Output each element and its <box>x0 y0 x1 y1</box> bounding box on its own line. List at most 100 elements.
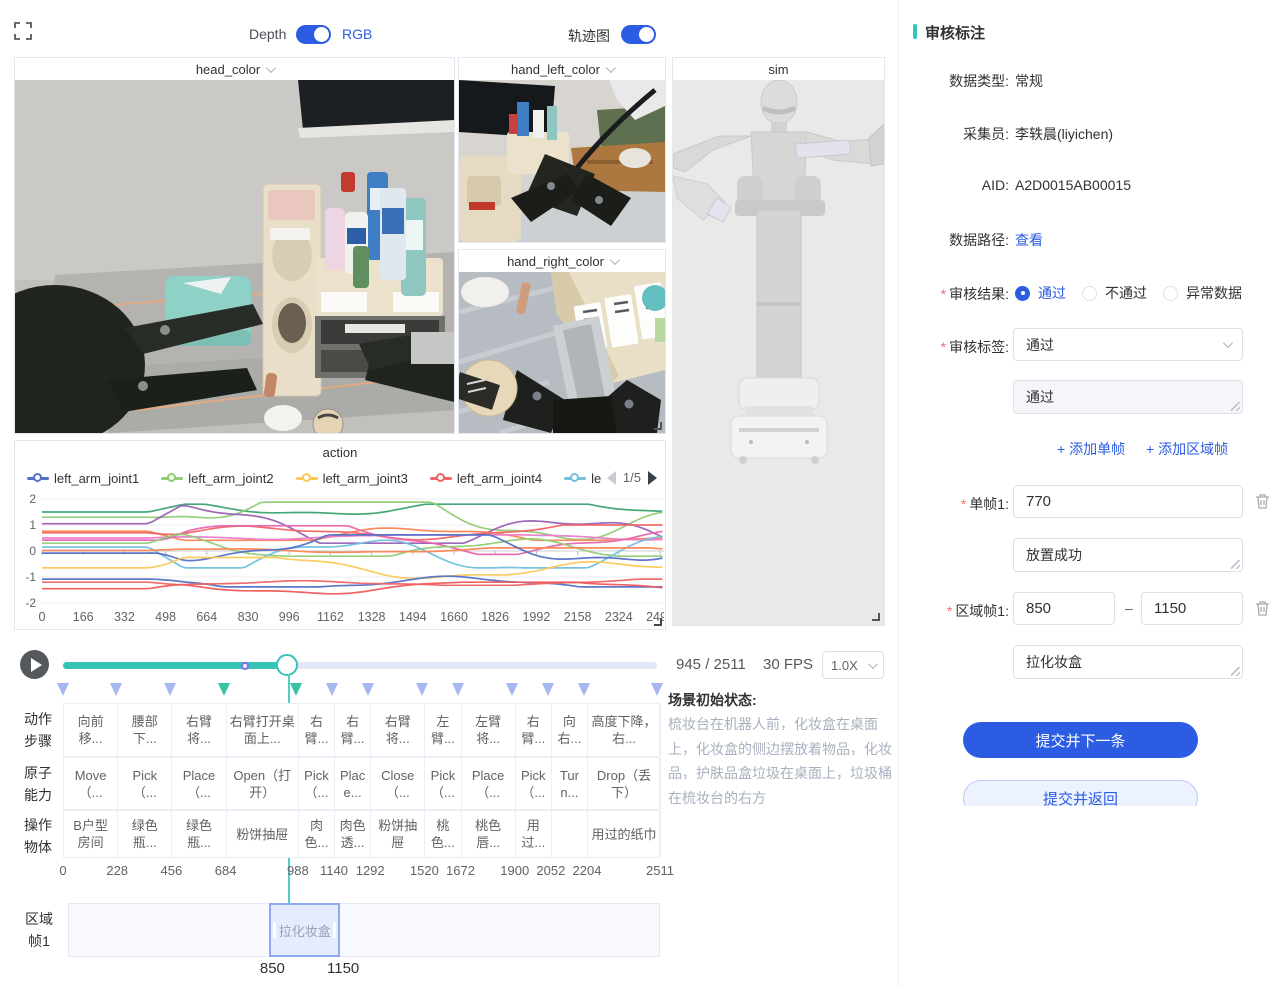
review-panel-scroll[interactable]: 审核标注 数据类型: 常规 采集员: 李轶晨(liyichen) AID: A2… <box>899 0 1280 806</box>
resize-handle-icon[interactable] <box>654 422 662 430</box>
legend-series-label: le <box>591 471 601 486</box>
data-type-value: 常规 <box>1015 71 1043 91</box>
axis-tick-label: 1672 <box>446 863 475 878</box>
hand-right-camera-title: hand_right_color <box>507 254 604 269</box>
delete-single-frame-icon[interactable] <box>1255 493 1270 509</box>
region-frame-note-textarea[interactable]: 拉化妆盒 <box>1013 645 1243 679</box>
legend-page-indicator: 1/5 <box>623 470 641 485</box>
svg-text:1162: 1162 <box>317 610 344 624</box>
add-single-frame-link[interactable]: + 添加单帧 <box>1057 439 1125 459</box>
play-button[interactable] <box>20 650 49 679</box>
submit-return-button[interactable]: 提交并返回 <box>963 780 1198 806</box>
region-frame-label: *区域帧1: <box>913 601 1009 621</box>
chevron-down-icon <box>266 63 276 73</box>
legend-item-le[interactable]: le <box>564 471 601 486</box>
region-left-grip[interactable] <box>273 922 276 938</box>
hand-right-camera-header[interactable]: hand_right_color <box>459 250 665 272</box>
legend-series-icon <box>161 473 183 483</box>
radio-abnormal[interactable] <box>1163 286 1178 301</box>
resize-handle-icon[interactable] <box>872 613 880 621</box>
hand-left-camera-header[interactable]: hand_left_color <box>459 58 665 80</box>
fullscreen-icon[interactable] <box>14 22 32 40</box>
trajectory-toggle[interactable] <box>621 25 656 44</box>
step-marker-456[interactable] <box>164 683 176 696</box>
legend-series-label: left_arm_joint3 <box>323 471 408 486</box>
table-cell: 肉色... <box>299 811 335 857</box>
step-marker-228[interactable] <box>110 683 122 696</box>
radio-pass-label[interactable]: 通过 <box>1038 283 1066 303</box>
review-tag-label: *审核标签: <box>913 337 1009 357</box>
legend-item-left_arm_joint2[interactable]: left_arm_joint2 <box>161 471 273 486</box>
radio-fail[interactable] <box>1082 286 1097 301</box>
table-cell: 右臂... <box>335 704 371 756</box>
axis-tick-label: 684 <box>215 863 237 878</box>
region-end-input[interactable]: 1150 <box>1141 592 1243 625</box>
row-label-object: 操作物体 <box>20 814 56 858</box>
region-frame-highlight[interactable]: 拉化妆盒 <box>269 903 340 957</box>
head-camera-header[interactable]: head_color <box>15 58 454 80</box>
single-frame-dot[interactable] <box>241 662 249 670</box>
step-marker-1292[interactable] <box>362 683 374 696</box>
add-region-frame-link[interactable]: + 添加区域帧 <box>1146 439 1228 459</box>
axis-tick-label: 1900 <box>500 863 529 878</box>
row-label-action-steps: 动作步骤 <box>20 708 56 752</box>
radio-abnormal-label[interactable]: 异常数据 <box>1186 283 1242 303</box>
region-right-grip[interactable] <box>333 922 336 938</box>
step-marker-0[interactable] <box>57 683 69 696</box>
table-cell: 高度下降，右... <box>588 704 661 756</box>
step-marker-2052[interactable] <box>542 683 554 696</box>
legend-prev-icon[interactable] <box>607 471 616 485</box>
head-camera-title: head_color <box>196 62 260 77</box>
collector-value: 李轶晨(liyichen) <box>1015 124 1113 144</box>
table-cell: Close（... <box>371 758 425 809</box>
submit-next-button[interactable]: 提交并下一条 <box>963 722 1198 758</box>
table-cell: B户型房间 <box>64 811 118 857</box>
scene-initial-state-text: 梳妆台在机器人前，化妆盒在桌面上，化妆盒的侧边摆放着物品，化妆品，护肤品盒垃圾在… <box>668 712 892 810</box>
step-marker-1140[interactable] <box>326 683 338 696</box>
step-marker-1520[interactable] <box>416 683 428 696</box>
speed-select[interactable]: 1.0X <box>822 651 884 679</box>
sim-header[interactable]: sim <box>673 58 884 80</box>
data-type-label: 数据类型: <box>913 71 1009 91</box>
step-marker-988[interactable] <box>290 683 302 696</box>
single-frame-input[interactable]: 770 <box>1013 485 1243 518</box>
legend-next-icon[interactable] <box>648 471 657 485</box>
legend-item-left_arm_joint3[interactable]: left_arm_joint3 <box>296 471 408 486</box>
legend-item-left_arm_joint1[interactable]: left_arm_joint1 <box>27 471 139 486</box>
table-cell: 左臂将... <box>462 704 516 756</box>
trajectory-label: 轨迹图 <box>568 26 610 46</box>
action-chart-plot[interactable]: 210-1-2016633249866483099611621328149416… <box>16 489 664 629</box>
region-frame-track[interactable]: 拉化妆盒 <box>68 903 660 957</box>
region-start-input[interactable]: 850 <box>1013 592 1115 625</box>
axis-tick-label: 228 <box>106 863 128 878</box>
data-path-view-link[interactable]: 查看 <box>1015 230 1043 250</box>
step-marker-2204[interactable] <box>578 683 590 696</box>
review-tag-select[interactable]: 通过 <box>1013 328 1243 361</box>
playback-slider[interactable] <box>63 655 657 675</box>
single-frame-note-textarea[interactable]: 放置成功 <box>1013 538 1243 572</box>
svg-text:830: 830 <box>238 610 259 624</box>
table-row: B户型房间绿色瓶...绿色瓶...粉饼抽屉肉色...肉色透...粉饼抽屉桃色..… <box>63 810 660 858</box>
axis-tick-label: 1292 <box>356 863 385 878</box>
data-path-label: 数据路径: <box>913 230 1009 250</box>
depth-rgb-toggle[interactable] <box>296 25 331 44</box>
table-cell: 用过的纸巾 <box>588 811 661 857</box>
step-marker-2511[interactable] <box>651 683 663 696</box>
axis-tick-label: 0 <box>59 863 66 878</box>
step-marker-1900[interactable] <box>506 683 518 696</box>
review-tag-note-textarea[interactable]: 通过 <box>1013 380 1243 414</box>
svg-text:2324: 2324 <box>605 610 633 624</box>
step-marker-1672[interactable] <box>452 683 464 696</box>
resize-handle-icon[interactable] <box>654 618 662 626</box>
delete-region-frame-icon[interactable] <box>1255 600 1270 616</box>
step-marker-684[interactable] <box>218 683 230 696</box>
radio-pass[interactable] <box>1015 286 1030 301</box>
range-dash: – <box>1125 600 1133 616</box>
slider-handle[interactable] <box>276 654 298 676</box>
radio-fail-label[interactable]: 不通过 <box>1105 283 1147 303</box>
table-cell <box>552 811 588 857</box>
legend-pager: 1/5 <box>607 470 657 485</box>
axis-tick-label: 2204 <box>573 863 602 878</box>
speed-value: 1.0X <box>831 658 858 673</box>
legend-item-left_arm_joint4[interactable]: left_arm_joint4 <box>430 471 542 486</box>
